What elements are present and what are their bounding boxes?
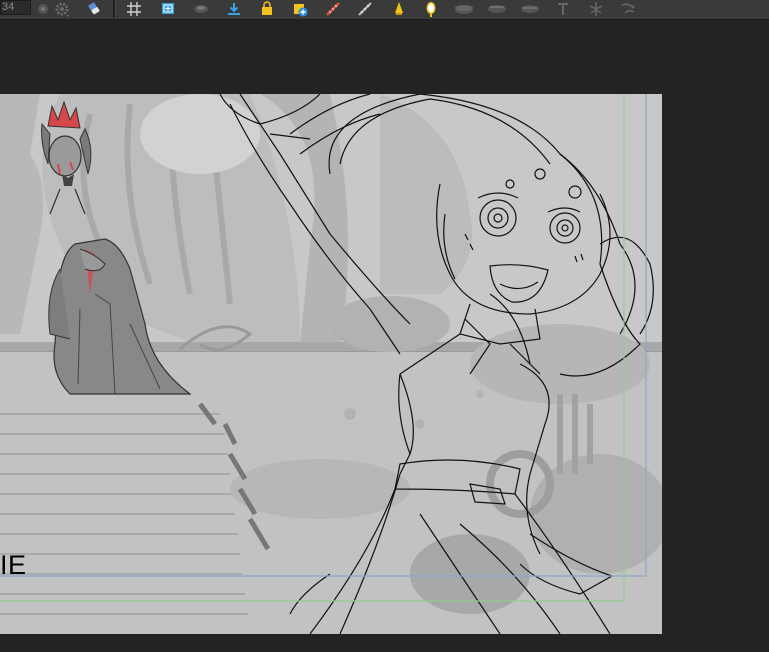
camera-mask-button[interactable] (191, 0, 211, 18)
view-toolbar: 34 (0, 0, 769, 20)
safe-area-button[interactable] (158, 0, 178, 18)
bone-button[interactable] (618, 0, 638, 18)
lock-button[interactable] (257, 0, 277, 18)
drawing-stage[interactable]: IE (0, 94, 662, 634)
layer-stack-down-button[interactable] (487, 0, 507, 18)
gear-icon (55, 2, 69, 17)
eraser-tool-icon (88, 2, 100, 15)
frame-number-field[interactable]: 34 (0, 0, 31, 15)
deform-button[interactable] (586, 0, 606, 18)
layer-stack-up-icon (521, 5, 539, 13)
light-icon (395, 2, 403, 15)
pivot-button[interactable] (553, 0, 573, 18)
mirror-button[interactable] (421, 0, 441, 18)
mirror-icon (426, 2, 436, 17)
layer-stack-button[interactable] (454, 0, 474, 18)
ruler-alt-button[interactable] (355, 0, 375, 18)
import-button[interactable] (224, 0, 244, 18)
add-drawing-button[interactable] (290, 0, 310, 18)
layer-stack-up-button[interactable] (520, 0, 540, 18)
gear-button[interactable] (52, 0, 72, 18)
grid-icon (127, 2, 141, 16)
canvas-text-label: IE (0, 550, 27, 580)
grid-button[interactable] (124, 0, 144, 18)
ruler-icon (326, 2, 340, 16)
safe-area-icon (162, 3, 174, 14)
light-button[interactable] (389, 0, 409, 18)
camera-mask-icon (194, 5, 208, 13)
import-icon (228, 3, 240, 15)
onion-skin-icon (38, 4, 48, 14)
scene-artwork (0, 94, 662, 634)
lock-icon (262, 1, 272, 15)
pivot-icon (558, 3, 568, 15)
ruler-button[interactable] (323, 0, 343, 18)
layer-stack-down-icon (488, 5, 506, 13)
add-drawing-icon (294, 4, 308, 17)
bone-icon (621, 3, 635, 14)
layer-stack-icon (455, 5, 473, 14)
ruler-alt-icon (358, 2, 372, 16)
eraser-tool-button[interactable] (84, 0, 104, 18)
deform-icon (589, 2, 603, 16)
toolbar-separator (113, 0, 116, 18)
onion-skin-button[interactable] (33, 0, 53, 18)
